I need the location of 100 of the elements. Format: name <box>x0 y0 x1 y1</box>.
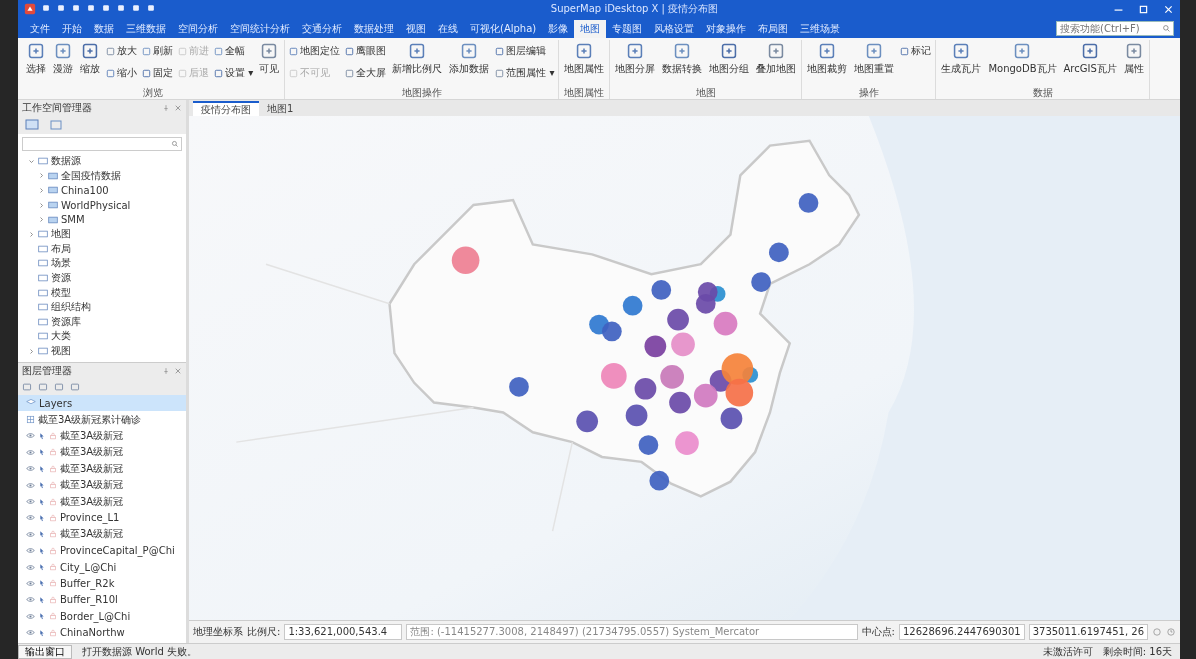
ribbon-tab[interactable]: 风格设置 <box>648 20 701 38</box>
center-field[interactable]: 12628696.2447690301 <box>898 624 1025 640</box>
lock-icon[interactable] <box>49 464 57 473</box>
restore-icon[interactable] <box>1138 3 1149 15</box>
ribbon-tab[interactable]: 数据 <box>88 20 120 38</box>
ribbon-button[interactable]: 放大 <box>105 40 138 62</box>
search-field[interactable] <box>22 137 182 151</box>
eye-icon[interactable] <box>26 431 35 441</box>
layer-item[interactable]: 截至3A级新冠 <box>18 476 186 494</box>
coordinate-field[interactable]: 3735011.6197451, 26 <box>1028 624 1148 640</box>
tree-item[interactable]: 组织结构 <box>18 299 186 315</box>
ribbon-tab[interactable]: 三维数据 <box>120 20 172 38</box>
ribbon-button[interactable]: 全大屏 <box>344 62 388 84</box>
tree-item[interactable]: 资源 <box>18 270 186 286</box>
ribbon-button[interactable]: 地图重置 <box>852 40 897 84</box>
ribbon-button[interactable]: 标记 <box>899 40 933 62</box>
lock-icon[interactable] <box>49 530 57 539</box>
tree-item[interactable]: WorldPhysical <box>18 197 186 213</box>
layer-item[interactable]: City_L@Chi <box>18 558 186 576</box>
output-window-tab[interactable]: 输出窗口 <box>18 644 72 659</box>
ribbon-tab[interactable]: 数据处理 <box>348 20 400 38</box>
ribbon-button[interactable]: 地图定位 <box>288 40 342 62</box>
ribbon-button[interactable]: 缩小 <box>105 62 138 84</box>
eye-icon[interactable] <box>26 464 35 474</box>
ribbon-tab[interactable]: 空间统计分析 <box>224 20 296 38</box>
tree-item[interactable]: 大类 <box>18 329 186 344</box>
tree-item[interactable]: 场景 <box>18 256 186 271</box>
lock-icon[interactable] <box>49 612 57 621</box>
ribbon-tab[interactable]: 视图 <box>400 20 432 38</box>
ribbon-button[interactable]: 地图裁剪 <box>805 40 850 84</box>
eye-icon[interactable] <box>26 447 35 457</box>
ribbon-button[interactable]: 地图分屏 <box>613 40 658 84</box>
lock-icon[interactable] <box>49 595 57 604</box>
tree-item[interactable]: 布局 <box>18 241 186 257</box>
ribbon-tab[interactable]: 交通分析 <box>296 20 348 38</box>
document-tab[interactable]: 疫情分布图 <box>193 101 259 116</box>
layer-item[interactable]: 截至3A级新冠 <box>18 460 186 477</box>
ribbon-button[interactable]: 属性 <box>1121 40 1146 84</box>
ribbon-tab[interactable]: 专题图 <box>606 20 649 38</box>
layer-item[interactable]: 截至3A级新冠 <box>18 444 186 461</box>
ribbon-tab[interactable]: 影像 <box>542 20 575 38</box>
eye-icon[interactable] <box>26 611 35 621</box>
search-field[interactable]: 搜索功能(Ctrl+F) <box>1056 21 1174 36</box>
scale-dropdown[interactable]: 1:33,621,000,543.4 <box>284 624 403 640</box>
ribbon-button[interactable]: 地图属性 <box>562 40 607 84</box>
ribbon-tab[interactable]: 地图 <box>574 20 607 38</box>
tree-item[interactable]: 模型 <box>18 285 186 300</box>
ribbon-tab[interactable]: 开始 <box>56 20 88 38</box>
ribbon-button[interactable]: 图层编辑 <box>494 40 556 62</box>
ribbon-button[interactable]: 叠加地图 <box>754 40 799 84</box>
eye-icon[interactable] <box>26 595 35 605</box>
lock-icon[interactable] <box>49 579 57 588</box>
lock-icon[interactable] <box>49 481 57 490</box>
eye-icon[interactable] <box>26 480 35 490</box>
layer-item[interactable]: 截至3A级新冠累计确诊 <box>18 411 186 428</box>
lock-icon[interactable] <box>49 448 57 457</box>
pin-icon[interactable] <box>162 104 170 112</box>
layer-item[interactable]: Border_L@Chi <box>18 608 186 625</box>
tree-item[interactable]: 视图 <box>18 343 186 359</box>
lock-icon[interactable] <box>49 563 57 572</box>
ribbon-button[interactable]: 新增比例尺 <box>390 40 445 84</box>
lock-icon[interactable] <box>49 513 57 522</box>
ribbon-button[interactable]: 刷新 <box>141 40 174 62</box>
eye-icon[interactable] <box>26 529 35 539</box>
ribbon-button[interactable]: 选择 <box>24 40 48 84</box>
layer-item[interactable]: Layers <box>18 395 186 412</box>
ribbon-button[interactable]: 范围属性 ▾ <box>494 62 556 84</box>
ribbon-tab[interactable]: 布局图 <box>752 20 795 38</box>
lock-icon[interactable] <box>49 431 57 440</box>
layer-item[interactable]: 截至3A级新冠 <box>18 427 186 445</box>
ribbon-tab[interactable]: 文件 <box>24 20 56 38</box>
layer-item[interactable]: ChinaNorthw <box>18 624 186 641</box>
ribbon-button[interactable]: 鹰眼图 <box>344 40 388 62</box>
ribbon-button[interactable]: 全幅 <box>213 40 255 62</box>
layer-item[interactable]: Buffer_R10l <box>18 591 186 609</box>
tree-item[interactable]: China100 <box>18 183 186 198</box>
tree-item[interactable]: SMM <box>18 212 186 227</box>
lock-icon[interactable] <box>49 497 57 506</box>
close-icon[interactable] <box>1163 3 1174 15</box>
ribbon-tab[interactable]: 三维场景 <box>794 20 847 38</box>
workspace-icon[interactable] <box>22 118 42 132</box>
tree-item[interactable]: 全国疫情数据 <box>18 168 186 184</box>
ribbon-button[interactable]: 数据转换 <box>660 40 705 84</box>
eye-icon[interactable] <box>26 562 35 572</box>
eye-icon[interactable] <box>26 628 35 638</box>
ribbon-button[interactable]: 设置 ▾ <box>213 62 255 84</box>
eye-icon[interactable] <box>26 513 35 523</box>
ribbon-tab[interactable]: 在线 <box>432 20 464 38</box>
layer-item[interactable]: 截至3A级新冠 <box>18 526 186 543</box>
tree-item[interactable]: 资源库 <box>18 314 186 330</box>
layer-item[interactable]: ProvinceCapital_P@Chi <box>18 542 186 559</box>
ribbon-button[interactable]: 缩放 <box>78 40 102 84</box>
ribbon-button[interactable]: ArcGIS瓦片 <box>1061 40 1119 84</box>
ribbon-tab[interactable]: 对象操作 <box>700 20 753 38</box>
ribbon-button[interactable]: 添加数据 <box>447 40 492 84</box>
ribbon-button[interactable]: 漫游 <box>51 40 75 84</box>
pin-icon[interactable] <box>162 367 170 375</box>
ribbon-button[interactable]: 地图分组 <box>707 40 752 84</box>
layer-item[interactable]: Buffer_R2k <box>18 575 186 592</box>
lock-icon[interactable] <box>49 628 57 637</box>
